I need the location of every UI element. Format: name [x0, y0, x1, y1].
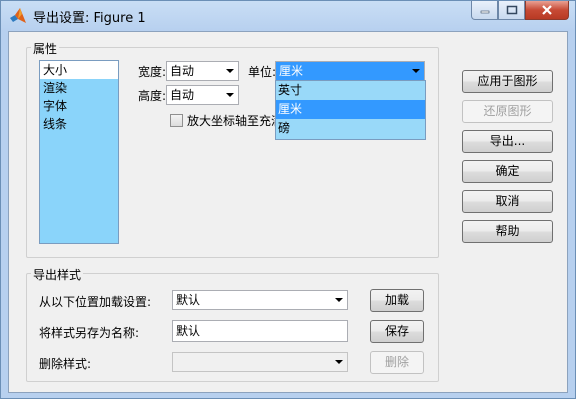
- cancel-button[interactable]: 取消: [462, 190, 553, 213]
- unit-option-inch[interactable]: 英寸: [276, 81, 425, 100]
- list-item-lines[interactable]: 线条: [40, 115, 118, 133]
- list-item-rendering[interactable]: 渲染: [40, 79, 118, 97]
- style-name-input[interactable]: 默认: [172, 320, 348, 342]
- style-name-value: 默认: [176, 324, 201, 338]
- window-title: 导出设置: Figure 1: [33, 11, 146, 26]
- height-select[interactable]: 自动: [166, 85, 239, 105]
- unit-value: 厘米: [279, 64, 304, 78]
- chevron-down-icon: [226, 69, 234, 73]
- help-button[interactable]: 帮助: [462, 220, 553, 243]
- width-select[interactable]: 自动: [166, 61, 239, 81]
- chevron-down-icon: [226, 93, 234, 97]
- title-bar: 导出设置: Figure 1: [1, 1, 575, 31]
- unit-select[interactable]: 厘米: [275, 61, 425, 81]
- unit-option-point[interactable]: 磅: [276, 119, 425, 138]
- properties-group-label: 属性: [31, 40, 60, 57]
- maximize-icon: [506, 5, 517, 15]
- load-settings-value: 默认: [176, 293, 201, 307]
- export-styles-group-label: 导出样式: [31, 266, 84, 283]
- expand-axes-checkbox[interactable]: [170, 114, 183, 127]
- close-icon: [542, 5, 552, 15]
- save-style-label: 将样式另存为名称:: [39, 326, 140, 340]
- delete-style-select[interactable]: [172, 352, 348, 372]
- restore-figure-button[interactable]: 还原图形: [462, 100, 553, 123]
- chevron-down-icon: [335, 360, 343, 364]
- load-settings-select[interactable]: 默认: [172, 290, 348, 310]
- list-item-size[interactable]: 大小: [40, 61, 118, 79]
- minimize-icon: [480, 10, 489, 14]
- export-settings-window: 导出设置: Figure 1 属性 大小 渲染 字体 线条 宽度: 自动 单位:…: [0, 0, 576, 399]
- height-label: 高度:: [138, 89, 167, 103]
- save-button[interactable]: 保存: [370, 320, 424, 343]
- expand-axes-label: 放大坐标轴至充满: [187, 114, 284, 128]
- maximize-button[interactable]: [498, 1, 525, 20]
- unit-dropdown-list[interactable]: 英寸 厘米 磅: [275, 80, 426, 140]
- minimize-button[interactable]: [471, 1, 498, 20]
- list-item-font[interactable]: 字体: [40, 97, 118, 115]
- matlab-logo-icon: [10, 8, 26, 23]
- height-value: 自动: [170, 88, 195, 102]
- width-label: 宽度:: [138, 65, 167, 79]
- ok-button[interactable]: 确定: [462, 160, 553, 183]
- width-value: 自动: [170, 64, 195, 78]
- apply-to-figure-button[interactable]: 应用于图形: [462, 70, 553, 93]
- close-button[interactable]: [525, 1, 569, 20]
- dialog-body: 属性 大小 渲染 字体 线条 宽度: 自动 单位: 厘米 高度: 自动 放大坐标…: [8, 31, 568, 393]
- delete-style-label: 删除样式:: [39, 357, 92, 371]
- unit-option-centimeter[interactable]: 厘米: [276, 100, 425, 119]
- properties-category-list[interactable]: 大小 渲染 字体 线条: [39, 60, 119, 244]
- load-button[interactable]: 加载: [370, 289, 424, 312]
- chevron-down-icon: [335, 298, 343, 302]
- unit-label: 单位:: [248, 65, 277, 79]
- load-settings-label: 从以下位置加载设置:: [39, 295, 152, 309]
- export-button[interactable]: 导出...: [462, 130, 553, 153]
- delete-button[interactable]: 删除: [370, 351, 424, 374]
- window-controls: [471, 1, 569, 21]
- chevron-down-icon: [412, 69, 420, 73]
